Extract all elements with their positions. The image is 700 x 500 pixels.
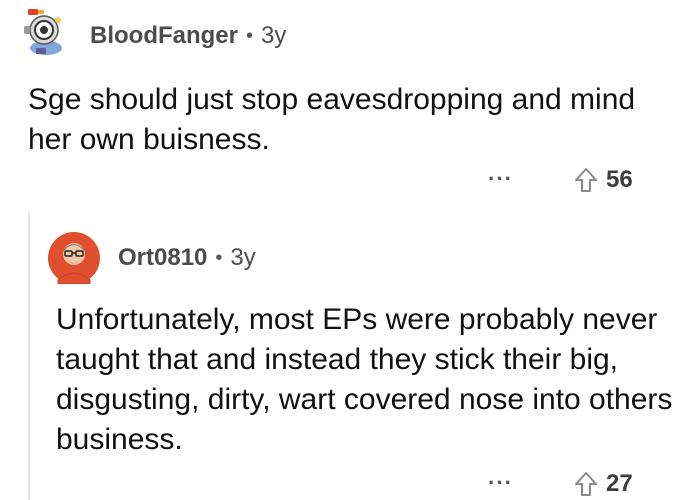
- author-name[interactable]: BloodFanger: [90, 22, 238, 50]
- snoo-avatar-icon[interactable]: [20, 8, 70, 58]
- reply-author-name[interactable]: Ort0810: [118, 244, 207, 272]
- reply-meta-separator: •: [215, 246, 223, 269]
- comment-body: Sge should just stop eavesdropping and m…: [28, 83, 636, 156]
- reply-upvote-control[interactable]: 27: [574, 470, 633, 498]
- upvote-arrow-icon[interactable]: [574, 167, 598, 193]
- comment-meta: BloodFanger • 3y: [90, 18, 286, 54]
- reply-upvote-arrow-icon[interactable]: [574, 471, 598, 497]
- reply-age: 3y: [230, 244, 256, 271]
- top-comment: BloodFanger • 3y Sge should just stop ea…: [0, 0, 700, 200]
- reply-body: Unfortunately, most EPs were probably ne…: [56, 303, 673, 456]
- comment-age: 3y: [261, 22, 287, 49]
- person-avatar-icon[interactable]: [48, 232, 100, 285]
- upvote-count: 56: [606, 166, 633, 193]
- thread-line[interactable]: [28, 212, 30, 500]
- reply-upvote-count: 27: [606, 470, 633, 497]
- reply-more-options-button[interactable]: ···: [488, 470, 513, 496]
- reply-meta: Ort0810 • 3y: [118, 240, 256, 276]
- more-options-button[interactable]: ···: [488, 166, 513, 192]
- meta-separator: •: [246, 24, 254, 47]
- upvote-control[interactable]: 56: [574, 166, 633, 194]
